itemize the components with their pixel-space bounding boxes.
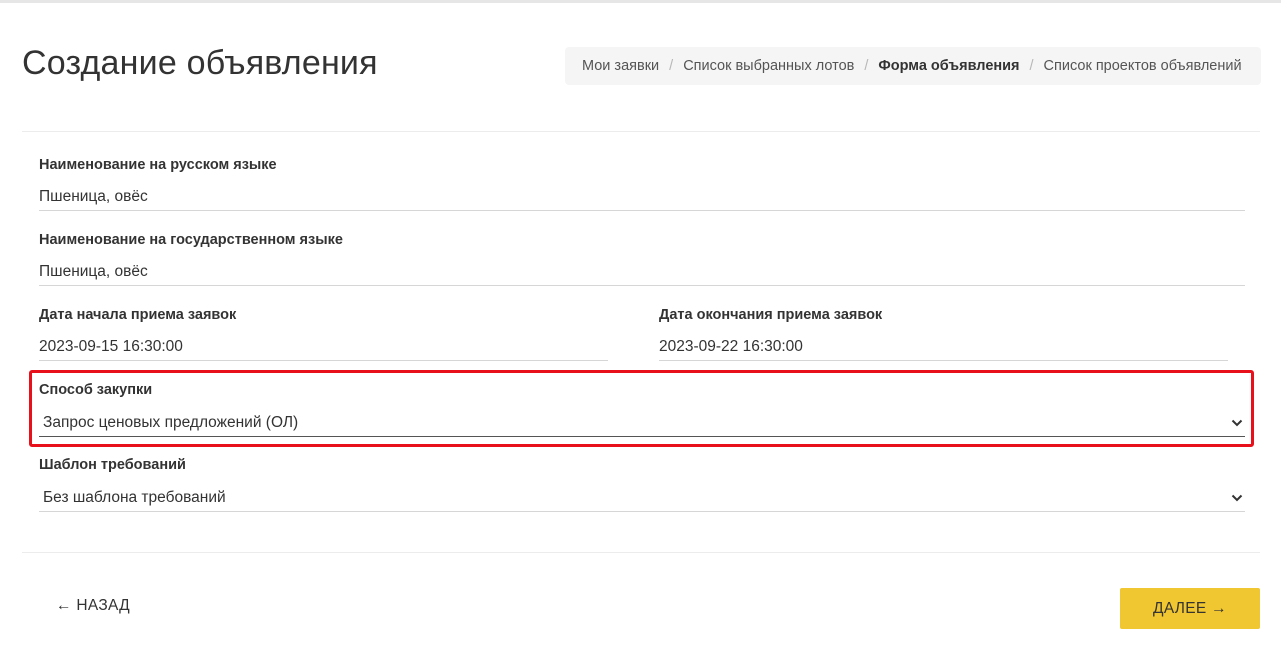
breadcrumb: Мои заявки / Список выбранных лотов / Фо… [565,47,1261,85]
procurement-method-underline [39,436,1245,437]
divider-bottom [22,552,1260,553]
breadcrumb-item-announcement-form: Форма объявления [878,58,1020,74]
field-label-procurement-method: Способ закупки [39,382,153,398]
breadcrumb-item-my-applications[interactable]: Мои заявки [582,58,659,74]
top-border [0,0,1281,3]
breadcrumb-item-selected-lots[interactable]: Список выбранных лотов [683,58,854,74]
date-end-input[interactable]: 2023-09-22 16:30:00 [659,338,803,356]
divider-top [22,131,1260,132]
breadcrumb-item-draft-announcements[interactable]: Список проектов объявлений [1044,58,1242,74]
chevron-down-icon [1231,492,1243,504]
page-title: Создание объявления [22,44,378,82]
field-label-date-start: Дата начала приема заявок [39,307,237,323]
date-start-input[interactable]: 2023-09-15 16:30:00 [39,338,183,356]
requirements-template-select[interactable]: Без шаблона требований [39,485,1245,511]
back-button[interactable]: ← НАЗАД [56,597,130,615]
field-label-date-end: Дата окончания приема заявок [659,307,883,323]
name-kz-underline [39,285,1245,286]
date-start-underline [39,360,608,361]
field-label-name-kz: Наименование на государственном языке [39,232,343,248]
field-label-name-ru: Наименование на русском языке [39,157,277,173]
name-ru-underline [39,210,1245,211]
breadcrumb-separator: / [864,58,869,74]
field-label-requirements-template: Шаблон требований [39,457,186,473]
procurement-method-select[interactable]: Запрос ценовых предложений (ОЛ) [39,410,1245,436]
name-ru-input[interactable]: Пшеница, овёс [39,188,148,206]
chevron-down-icon [1231,417,1243,429]
requirements-template-selected: Без шаблона требований [43,489,226,506]
breadcrumb-separator: / [669,58,674,74]
procurement-method-selected: Запрос ценовых предложений (ОЛ) [43,414,299,431]
requirements-template-underline [39,511,1245,512]
next-button[interactable]: ДАЛЕЕ → [1120,588,1260,629]
date-end-underline [659,360,1228,361]
breadcrumb-separator: / [1029,58,1034,74]
name-kz-input[interactable]: Пшеница, овёс [39,263,148,281]
